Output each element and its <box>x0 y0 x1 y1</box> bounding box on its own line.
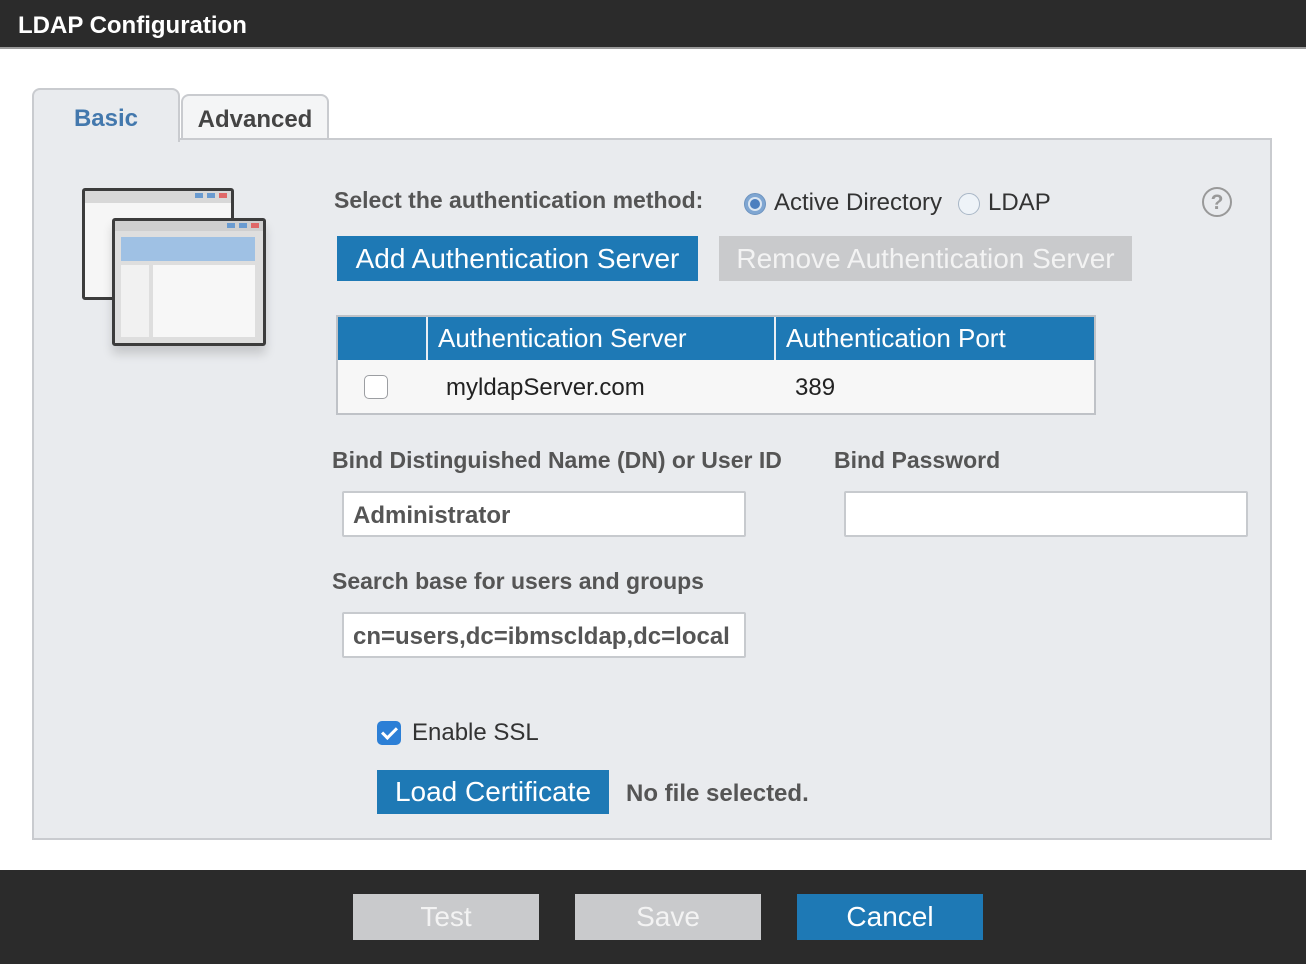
bind-dn-input[interactable]: Administrator <box>342 491 746 537</box>
cancel-button[interactable]: Cancel <box>797 894 983 940</box>
column-header-select <box>338 317 426 360</box>
radio-active-directory-label[interactable]: Active Directory <box>774 189 942 217</box>
enable-ssl-checkbox[interactable] <box>377 721 401 745</box>
test-button[interactable]: Test <box>353 894 539 940</box>
enable-ssl-label[interactable]: Enable SSL <box>412 719 539 747</box>
search-base-label: Search base for users and groups <box>332 568 704 594</box>
row-select-checkbox[interactable] <box>364 375 388 399</box>
bind-password-input[interactable] <box>844 491 1248 537</box>
auth-method-label: Select the authentication method: <box>334 187 704 213</box>
authentication-server-table: Authentication Server Authentication Por… <box>336 315 1096 415</box>
bind-dn-label: Bind Distinguished Name (DN) or User ID <box>332 447 782 473</box>
certificate-status: No file selected. <box>626 780 809 807</box>
load-certificate-button[interactable]: Load Certificate <box>377 770 609 814</box>
radio-active-directory[interactable] <box>744 193 766 215</box>
column-header-server[interactable]: Authentication Server <box>426 317 774 360</box>
radio-ldap-label[interactable]: LDAP <box>988 189 1051 217</box>
remove-authentication-server-button[interactable]: Remove Authentication Server <box>719 236 1132 281</box>
search-base-input[interactable]: cn=users,dc=ibmscldap,dc=local <box>342 612 746 658</box>
dialog-footer: Test Save Cancel <box>0 870 1306 964</box>
row-port: 389 <box>795 374 836 401</box>
save-button[interactable]: Save <box>575 894 761 940</box>
bind-password-label: Bind Password <box>834 447 1001 473</box>
column-header-port[interactable]: Authentication Port <box>774 317 1094 360</box>
radio-ldap[interactable] <box>958 193 980 215</box>
help-icon[interactable]: ? <box>1202 187 1232 217</box>
window-stack-icon <box>78 186 284 376</box>
tab-basic[interactable]: Basic <box>32 88 180 142</box>
tab-advanced[interactable]: Advanced <box>181 94 329 140</box>
add-authentication-server-button[interactable]: Add Authentication Server <box>337 236 698 281</box>
table-header: Authentication Server Authentication Por… <box>338 317 1094 360</box>
row-server: myldapServer.com <box>446 374 645 401</box>
dialog-title: LDAP Configuration <box>0 0 1306 49</box>
